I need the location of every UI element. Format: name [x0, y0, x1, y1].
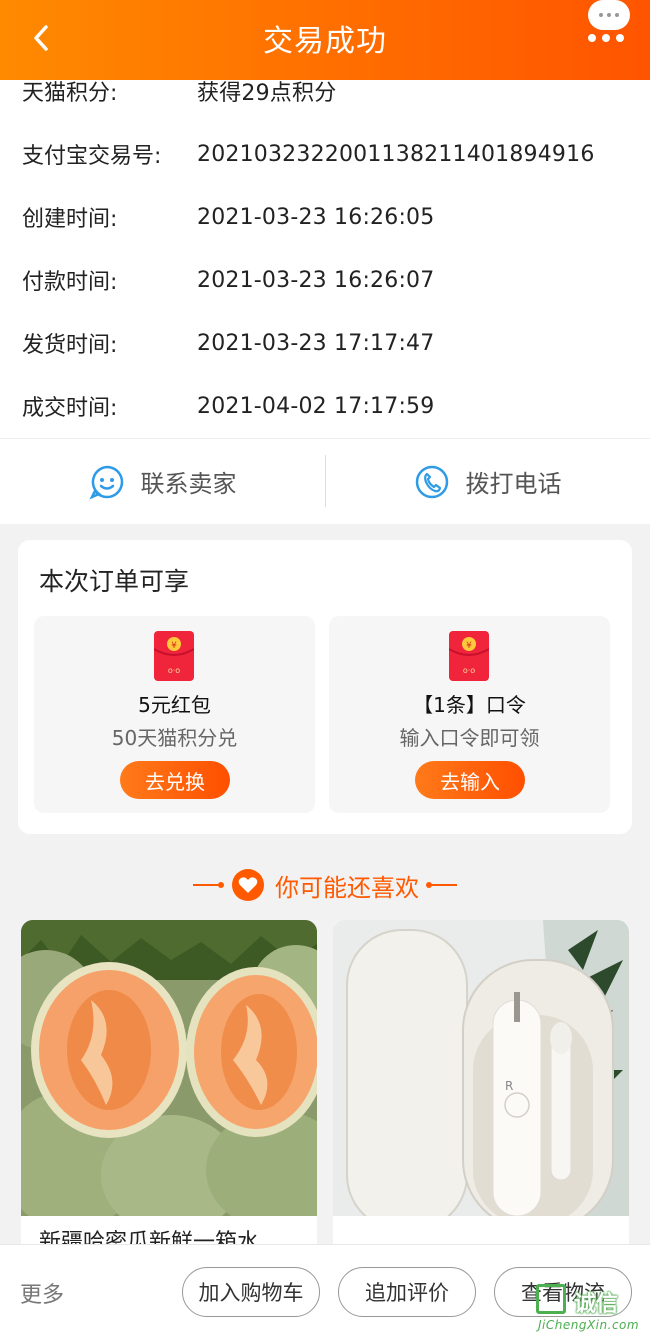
svg-text:o·o: o·o	[168, 666, 180, 675]
divider	[325, 455, 326, 507]
info-label: 创建时间:	[22, 207, 118, 232]
message-bubble-icon	[588, 0, 630, 30]
svg-text:¥: ¥	[171, 641, 177, 651]
benefit-red-packet[interactable]: ¥ o·o 5元红包 50天猫积分兑 去兑换	[34, 616, 315, 813]
info-value[interactable]: 2021032322001138211401894916	[197, 142, 595, 167]
info-row-shipping-time: 发货时间: 2021-03-23 17:17:47	[22, 328, 435, 359]
red-envelope-icon: ¥ o·o	[154, 631, 194, 681]
red-envelope-icon: ¥ o·o	[449, 631, 489, 681]
info-value: 2021-04-02 17:17:59	[197, 393, 435, 419]
product-card[interactable]: 新疆哈密瓜新鲜一箱水	[21, 920, 317, 1260]
redeem-button[interactable]: 去兑换	[120, 761, 230, 799]
enter-code-button[interactable]: 去输入	[415, 761, 525, 799]
add-to-cart-button[interactable]: 加入购物车	[182, 1267, 320, 1317]
info-label: 支付宝交易号:	[22, 144, 162, 169]
benefit-desc: 输入口令即可领	[399, 726, 540, 750]
more-dots-icon	[588, 34, 624, 42]
info-row-alipay-trade-no: 支付宝交易号: 2021032322001138211401894916	[22, 139, 595, 170]
info-row-points: 天猫积分: 获得29点积分	[22, 76, 336, 106]
more-button[interactable]: 更多	[20, 1277, 64, 1309]
app-header: 交易成功	[0, 0, 650, 80]
more-menu-button[interactable]	[580, 0, 640, 46]
contact-bar: 联系卖家 拨打电话	[0, 438, 650, 524]
chevron-left-icon	[34, 25, 48, 51]
order-benefits-card: 本次订单可享 ¥ o·o 5元红包 50天猫积分兑 去兑换 ¥ o·o 【1条】…	[18, 540, 632, 834]
add-review-button[interactable]: 追加评价	[338, 1267, 476, 1317]
benefits-title: 本次订单可享	[39, 567, 190, 596]
product-card[interactable]: R	[333, 920, 629, 1260]
info-label: 成交时间:	[22, 396, 118, 421]
svg-text:o·o: o·o	[463, 666, 475, 675]
benefit-desc: 50天猫积分兑	[111, 726, 238, 750]
product-image-melon	[21, 920, 317, 1216]
back-button[interactable]	[26, 20, 56, 56]
watermark-logo-icon	[536, 1284, 566, 1314]
svg-text:¥: ¥	[466, 641, 472, 651]
info-row-created-time: 创建时间: 2021-03-23 16:26:05	[22, 202, 435, 233]
heart-icon	[232, 869, 264, 901]
info-value: 2021-03-23 16:26:05	[197, 204, 435, 230]
call-phone-label: 拨打电话	[465, 470, 562, 498]
svg-text:R: R	[505, 1079, 513, 1093]
benefit-name: 【1条】口令	[413, 693, 526, 717]
phone-icon	[415, 465, 448, 498]
watermark-text: 诚信	[574, 1292, 619, 1317]
info-label: 付款时间:	[22, 270, 118, 295]
product-image-toothbrush: R	[333, 920, 629, 1216]
chat-smile-icon	[88, 465, 123, 499]
recommend-header: 你可能还喜欢	[0, 866, 650, 904]
info-row-deal-time: 成交时间: 2021-04-02 17:17:59	[22, 391, 435, 422]
info-value: 2021-03-23 17:17:47	[197, 330, 435, 356]
page-title: 交易成功	[263, 24, 387, 59]
call-phone-button[interactable]: 拨打电话	[325, 439, 650, 524]
decor-line	[193, 882, 224, 888]
site-watermark: 诚信 JiChengXin.com	[532, 1284, 650, 1336]
order-info-section: 天猫积分: 获得29点积分 支付宝交易号: 202103232200113821…	[0, 80, 650, 438]
contact-seller-label: 联系卖家	[140, 470, 237, 498]
info-value: 2021-03-23 16:26:07	[197, 267, 435, 293]
benefit-name: 5元红包	[138, 693, 211, 717]
recommend-title: 你可能还喜欢	[275, 873, 419, 902]
info-label: 发货时间:	[22, 333, 118, 358]
info-row-payment-time: 付款时间: 2021-03-23 16:26:07	[22, 265, 435, 296]
benefit-password-code[interactable]: ¥ o·o 【1条】口令 输入口令即可领 去输入	[329, 616, 610, 813]
decor-line	[426, 882, 457, 888]
watermark-url: JiChengXin.com	[538, 1318, 640, 1332]
contact-seller-button[interactable]: 联系卖家	[0, 439, 325, 524]
